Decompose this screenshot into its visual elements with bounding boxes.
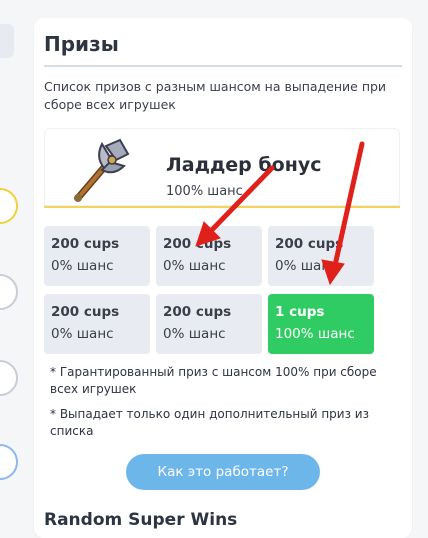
prize-chance: 0% шанс [163, 258, 226, 274]
prize-value: 200 cups [51, 236, 120, 252]
left-radio-yellow[interactable] [0, 188, 18, 224]
left-radio-1[interactable] [0, 274, 18, 310]
left-radio-blue[interactable] [0, 444, 18, 480]
prize-card[interactable]: 200 cups 0% шанс [44, 294, 150, 354]
prize-card[interactable]: 200 cups 0% шанс [268, 226, 374, 286]
prize-card[interactable]: 200 cups 0% шанс [156, 226, 262, 286]
title-divider [44, 65, 402, 67]
prize-chance: 100% шанс [275, 326, 355, 342]
prize-value: 200 cups [275, 236, 344, 252]
panel-title: Призы [44, 32, 119, 56]
prize-card[interactable]: 200 cups 0% шанс [156, 294, 262, 354]
bonus-chance: 100% шанс [166, 184, 243, 199]
bonus-title: Ладдер бонус [166, 154, 322, 176]
left-card-fragment[interactable] [0, 24, 14, 58]
ladder-bonus-card: Ладдер бонус 100% шанс [44, 128, 400, 208]
prize-card-win[interactable]: 1 cups 100% шанс [268, 294, 374, 354]
note-single-extra: * Выпадает только один дополнительный пр… [50, 407, 369, 438]
prize-value: 1 cups [275, 304, 325, 320]
panel-description: Список призов с разным шансом на выпаден… [44, 79, 387, 112]
prize-value: 200 cups [51, 304, 120, 320]
prize-value: 200 cups [163, 304, 232, 320]
left-column [0, 0, 20, 512]
prize-chance: 0% шанс [163, 326, 226, 342]
how-it-works-button[interactable]: Как это работает? [126, 454, 320, 490]
prize-chance: 0% шанс [51, 326, 114, 342]
left-radio-2[interactable] [0, 360, 18, 396]
prize-card[interactable]: 200 cups 0% шанс [44, 226, 150, 286]
prize-chance: 0% шанс [275, 258, 338, 274]
prize-chance: 0% шанс [51, 258, 114, 274]
prize-value: 200 cups [163, 236, 232, 252]
battle-axe-icon [74, 138, 130, 202]
note-guaranteed: * Гарантированный приз с шансом 100% при… [50, 365, 377, 396]
prize-notes: * Гарантированный приз с шансом 100% при… [50, 364, 400, 448]
next-section-title: Random Super Wins [44, 510, 238, 530]
prizes-panel: Призы Список призов с разным шансом на в… [34, 18, 412, 538]
